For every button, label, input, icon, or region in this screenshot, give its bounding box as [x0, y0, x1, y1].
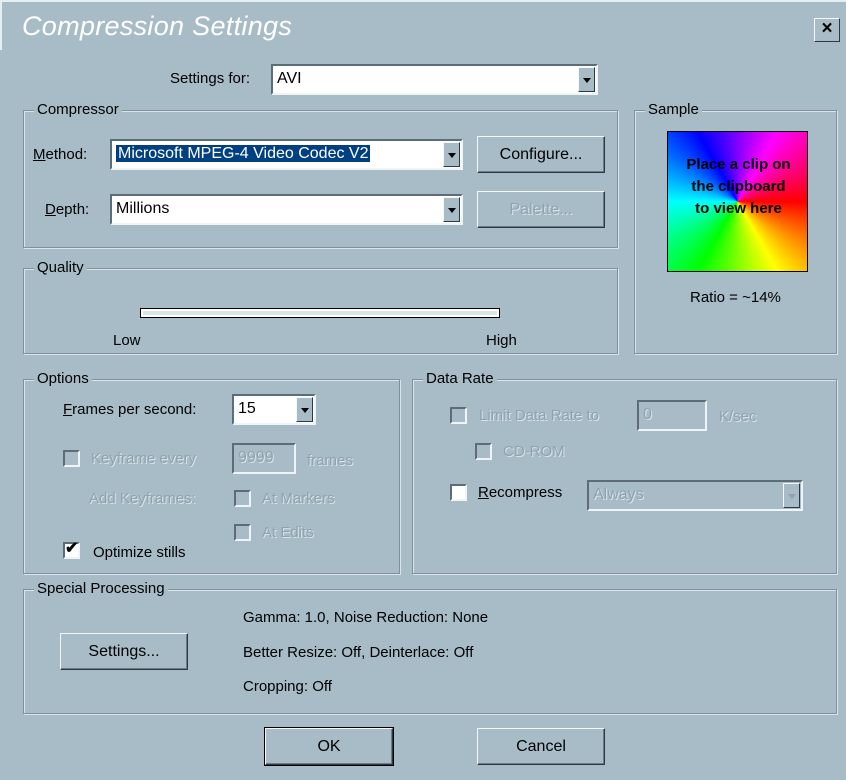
options-legend: Options [34, 370, 92, 387]
limit-data-rate-label: Limit Data Rate to [479, 407, 600, 424]
at-edits-checkbox[interactable] [234, 524, 251, 541]
cdrom-label: CD-ROM [503, 443, 565, 460]
frames-label: frames [307, 452, 353, 469]
special-settings-button[interactable]: Settings... [60, 633, 188, 670]
data-rate-input[interactable]: 0 [637, 400, 707, 431]
ok-button-label: OK [317, 738, 341, 755]
at-markers-label: At Markers [262, 490, 335, 507]
method-label: Method: [33, 146, 88, 163]
window-title: Compression Settings [22, 11, 293, 41]
special-settings-button-label: Settings... [88, 643, 160, 660]
fps-label: Frames per second: [63, 401, 197, 418]
optimize-stills-checkbox[interactable]: ✔ [63, 540, 80, 559]
title-bar[interactable]: Compression Settings × [0, 0, 846, 50]
special-processing-legend: Special Processing [34, 580, 168, 597]
recompress-select[interactable]: Always [587, 480, 803, 511]
chevron-down-icon[interactable] [296, 397, 313, 422]
quality-high-label: High [486, 332, 517, 349]
sample-text: Place a clip on the clipboard to view he… [686, 156, 791, 217]
ok-button[interactable]: OK [264, 727, 394, 766]
fps-select[interactable]: 15 [232, 394, 316, 425]
method-select[interactable]: Microsoft MPEG-4 Video Codec V2 [110, 139, 463, 170]
recompress-checkbox[interactable] [450, 484, 467, 501]
at-markers-checkbox[interactable] [234, 490, 251, 507]
quality-legend: Quality [34, 259, 87, 276]
keyframe-checkbox[interactable] [63, 450, 80, 467]
compressor-legend: Compressor [34, 101, 122, 118]
data-rate-legend: Data Rate [423, 370, 497, 387]
quality-slider[interactable] [140, 308, 500, 318]
data-rate-value: 0 [643, 406, 652, 423]
cdrom-checkbox[interactable] [475, 443, 492, 460]
recompress-value: Always [593, 486, 644, 503]
configure-button-label: Configure... [499, 146, 583, 163]
special-line-2: Better Resize: Off, Deinterlace: Off [243, 644, 474, 661]
depth-select[interactable]: Millions [110, 194, 463, 225]
at-edits-label: At Edits [262, 524, 314, 541]
recompress-label: Recompress [478, 484, 563, 501]
depth-label: Depth: [45, 201, 90, 218]
settings-for-select[interactable]: AVI [271, 64, 598, 95]
keyframe-input[interactable]: 9999 [232, 443, 296, 474]
chevron-down-icon[interactable] [783, 483, 800, 508]
quality-low-label: Low [113, 332, 141, 349]
special-line-3: Cropping: Off [243, 678, 332, 695]
special-line-1: Gamma: 1.0, Noise Reduction: None [243, 609, 489, 626]
chevron-down-icon[interactable] [443, 142, 460, 167]
chevron-down-icon[interactable] [578, 67, 595, 92]
cancel-button-label: Cancel [516, 738, 566, 755]
limit-data-rate-checkbox[interactable] [450, 407, 467, 424]
keyframe-label: Keyframe every [91, 450, 197, 467]
palette-button-label: Palette... [509, 201, 573, 218]
cancel-button[interactable]: Cancel [477, 728, 605, 765]
checkmark-icon: ✔ [65, 540, 79, 557]
data-rate-unit: K/sec [719, 408, 757, 425]
settings-for-value: AVI [277, 70, 302, 87]
add-keyframes-label: Add Keyframes: [89, 490, 196, 507]
chevron-down-icon[interactable] [443, 197, 460, 222]
sample-preview: Place a clip on the clipboard to view he… [667, 131, 808, 272]
fps-value: 15 [238, 400, 256, 417]
palette-button[interactable]: Palette... [477, 191, 605, 228]
close-icon: × [821, 18, 833, 39]
data-rate-group: Data Rate [412, 370, 837, 574]
ratio-text: Ratio = ~14% [690, 289, 781, 306]
settings-for-label: Settings for: [170, 70, 251, 87]
keyframe-value: 9999 [238, 449, 274, 466]
configure-button[interactable]: Configure... [477, 136, 605, 173]
depth-value: Millions [116, 200, 170, 217]
optimize-stills-label: Optimize stills [93, 544, 186, 561]
sample-legend: Sample [645, 101, 702, 118]
close-button[interactable]: × [814, 18, 840, 42]
method-value: Microsoft MPEG-4 Video Codec V2 [116, 145, 371, 162]
